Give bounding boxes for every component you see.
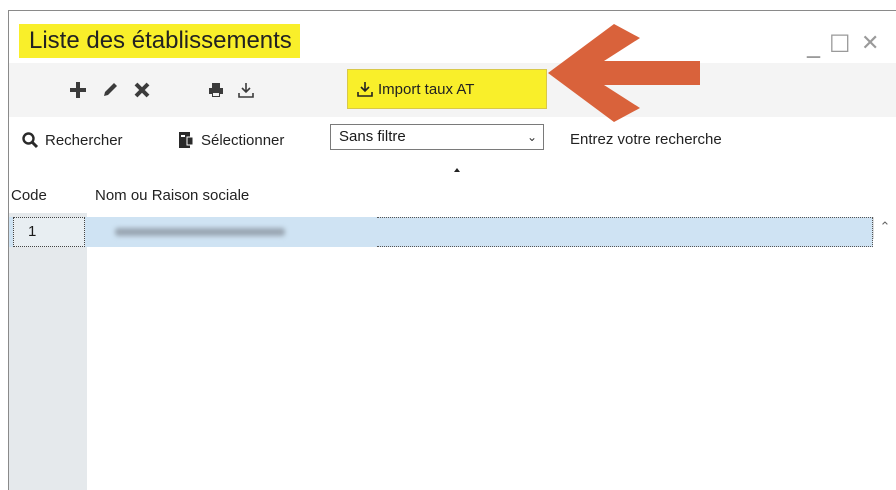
splitter-handle[interactable]: [454, 168, 460, 172]
add-button[interactable]: [67, 79, 89, 101]
scroll-up-button[interactable]: ⌃: [873, 217, 896, 239]
toolbar: Import taux AT: [9, 63, 896, 118]
search-button-label: Rechercher: [45, 131, 123, 149]
search-button[interactable]: Rechercher: [21, 127, 123, 153]
cell-empty: [377, 217, 873, 247]
close-button[interactable]: ✕: [861, 31, 879, 57]
cell-code: 1: [13, 217, 85, 247]
table-row[interactable]: 1: [9, 217, 873, 247]
filter-selected-value: Sans filtre: [339, 128, 406, 145]
import-tray-icon: [357, 82, 373, 97]
filter-select[interactable]: Sans filtre ⌄: [330, 124, 544, 150]
cell-name: [95, 217, 377, 247]
delete-button[interactable]: [131, 79, 153, 101]
redacted-name: [115, 228, 285, 236]
plus-icon: [70, 82, 86, 98]
chevron-down-icon: ⌄: [526, 130, 537, 144]
grid-header: Code Nom ou Raison sociale: [9, 177, 896, 213]
document-select-icon: [179, 132, 194, 148]
import-button-label: Import taux AT: [378, 80, 475, 98]
pencil-icon: [104, 83, 117, 96]
maximize-button[interactable]: ☐: [829, 31, 851, 57]
magnifier-icon: [22, 132, 39, 149]
column-header-code[interactable]: Code: [11, 187, 47, 204]
grid-body: 1 ⌃: [9, 213, 896, 490]
import-tray-icon: [238, 83, 254, 98]
export-button[interactable]: [235, 79, 257, 101]
print-button[interactable]: [205, 79, 227, 101]
select-button[interactable]: Sélectionner: [177, 127, 284, 153]
search-input[interactable]: Entrez votre recherche: [570, 131, 722, 148]
column-header-name[interactable]: Nom ou Raison sociale: [95, 187, 249, 204]
establishments-window: Liste des établissements _ ☐ ✕ Import ta…: [8, 10, 896, 490]
arrow-annotation-icon: [548, 24, 700, 122]
select-button-label: Sélectionner: [201, 131, 285, 149]
x-icon: [134, 82, 150, 98]
title-bar: Liste des établissements _ ☐ ✕: [9, 11, 896, 63]
minimize-button[interactable]: _: [807, 31, 820, 57]
establishments-grid: Code Nom ou Raison sociale 1 ⌃: [9, 177, 896, 490]
window-title: Liste des établissements: [19, 24, 300, 58]
edit-button[interactable]: [99, 79, 121, 101]
import-taux-at-button[interactable]: Import taux AT: [347, 69, 547, 109]
code-column-background: [9, 213, 87, 490]
printer-icon: [209, 83, 223, 97]
